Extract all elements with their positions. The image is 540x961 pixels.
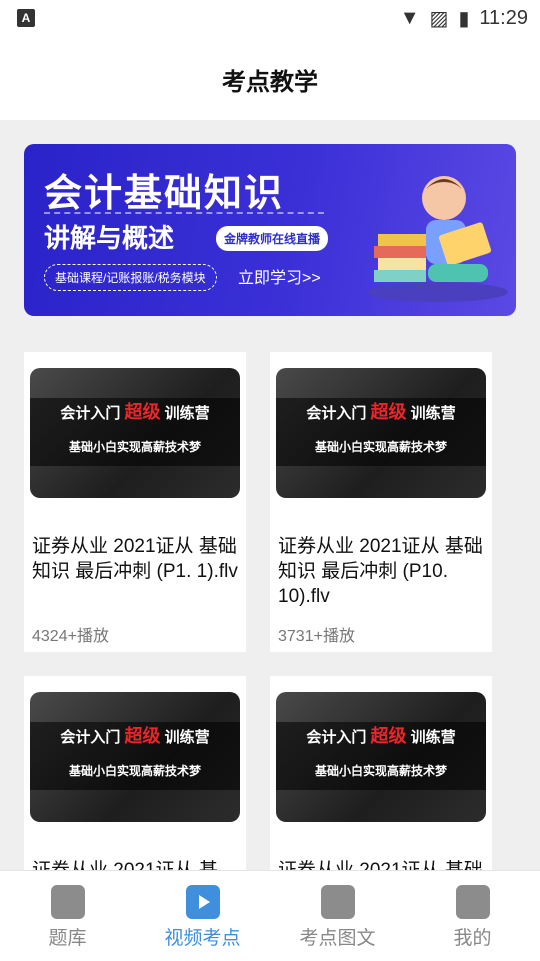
- page-title: 考点教学: [222, 69, 318, 96]
- thumbnail-text: 会计入门: [306, 405, 367, 422]
- wifi-icon: ▼: [399, 6, 420, 29]
- video-icon: [185, 885, 220, 919]
- tab-label: 视频考点: [164, 928, 241, 949]
- tab-label: 我的: [453, 928, 492, 949]
- play-count: 3731+播放: [278, 628, 355, 645]
- video-card[interactable]: 会计入门 超级 训练营 基础小白实现高薪技术梦 证券从业 2021证从 基: [24, 676, 246, 870]
- status-bar: A ▼ ▨ ▮ 11:29: [0, 0, 540, 36]
- thumbnail-highlight: 超级: [124, 402, 161, 422]
- thumbnail-headline: 会计入门 超级 训练营: [30, 722, 240, 748]
- thumbnail-highlight: 超级: [370, 726, 407, 746]
- banner-subtitle: 讲解与概述: [44, 223, 175, 253]
- promo-banner[interactable]: 会计基础知识 讲解与概述 金牌教师在线直播 基础课程/记账报账/税务模块 立即学…: [24, 144, 516, 316]
- video-card[interactable]: 会计入门 超级 训练营 基础小白实现高薪技术梦 证券从业 2021证从 基础知识…: [270, 352, 492, 652]
- clock: 11:29: [479, 6, 528, 29]
- thumbnail-subline: 基础小白实现高薪技术梦: [314, 440, 447, 454]
- profile-icon: [455, 885, 490, 919]
- no-sim-icon: ▨: [429, 7, 449, 30]
- video-title[interactable]: 证券从业 2021证从 基础: [278, 858, 488, 870]
- banner-title: 会计基础知识: [44, 173, 285, 215]
- image-icon: [320, 885, 355, 919]
- video-thumbnail[interactable]: 会计入门 超级 训练营 基础小白实现高薪技术梦: [30, 368, 240, 498]
- play-icon: [198, 895, 210, 909]
- tab-label: 考点图文: [299, 928, 376, 949]
- tab-video[interactable]: 视频考点: [135, 871, 270, 961]
- thumbnail-text: 训练营: [410, 729, 456, 746]
- play-count: 4324+播放: [32, 628, 109, 645]
- thumbnail-text: 会计入门: [306, 729, 367, 746]
- thumbnail-text: 会计入门: [60, 405, 121, 422]
- thumbnail-text: 会计入门: [60, 729, 121, 746]
- tab-label: 题库: [48, 928, 87, 949]
- bottom-tab-bar: 题库 视频考点 考点图文 我的: [0, 870, 540, 961]
- thumbnail-subline: 基础小白实现高薪技术梦: [68, 764, 201, 778]
- thumbnail-highlight: 超级: [124, 726, 161, 746]
- tab-profile[interactable]: 我的: [405, 871, 540, 961]
- video-card[interactable]: 会计入门 超级 训练营 基础小白实现高薪技术梦 证券从业 2021证从 基础: [270, 676, 492, 870]
- video-thumbnail[interactable]: 会计入门 超级 训练营 基础小白实现高薪技术梦: [30, 692, 240, 822]
- battery-icon: ▮: [458, 7, 470, 30]
- banner-categories: 基础课程/记账报账/税务模块: [44, 264, 217, 291]
- video-title[interactable]: 证券从业 2021证从 基础知识 最后冲刺 (P1. 1).flv: [32, 534, 242, 584]
- video-thumbnail[interactable]: 会计入门 超级 训练营 基础小白实现高薪技术梦: [276, 368, 486, 498]
- thumbnail-subline: 基础小白实现高薪技术梦: [314, 764, 447, 778]
- video-thumbnail[interactable]: 会计入门 超级 训练营 基础小白实现高薪技术梦: [276, 692, 486, 822]
- thumbnail-headline: 会计入门 超级 训练营: [276, 398, 486, 424]
- video-card[interactable]: 会计入门 超级 训练营 基础小白实现高薪技术梦 证券从业 2021证从 基础知识…: [24, 352, 246, 652]
- book-icon: [50, 885, 85, 919]
- thumbnail-subline: 基础小白实现高薪技术梦: [68, 440, 201, 454]
- status-indicators: ▼ ▨ ▮ 11:29: [400, 6, 528, 30]
- app-header: 考点教学: [0, 36, 540, 120]
- video-title[interactable]: 证券从业 2021证从 基: [32, 858, 242, 870]
- thumbnail-headline: 会计入门 超级 训练营: [276, 722, 486, 748]
- student-reading-illustration: [368, 176, 508, 302]
- banner-cta[interactable]: 立即学习>>: [238, 264, 321, 288]
- thumbnail-highlight: 超级: [370, 402, 407, 422]
- tab-articles[interactable]: 考点图文: [270, 871, 405, 961]
- tab-question-bank[interactable]: 题库: [0, 871, 135, 961]
- thumbnail-text: 训练营: [410, 405, 456, 422]
- thumbnail-text: 训练营: [164, 405, 210, 422]
- thumbnail-text: 训练营: [164, 729, 210, 746]
- banner-divider: [44, 212, 324, 214]
- thumbnail-headline: 会计入门 超级 训练营: [30, 398, 240, 424]
- banner-tag: 金牌教师在线直播: [216, 226, 329, 251]
- video-title[interactable]: 证券从业 2021证从 基础知识 最后冲刺 (P10. 10).flv: [278, 534, 488, 609]
- notification-icon: A: [17, 9, 35, 27]
